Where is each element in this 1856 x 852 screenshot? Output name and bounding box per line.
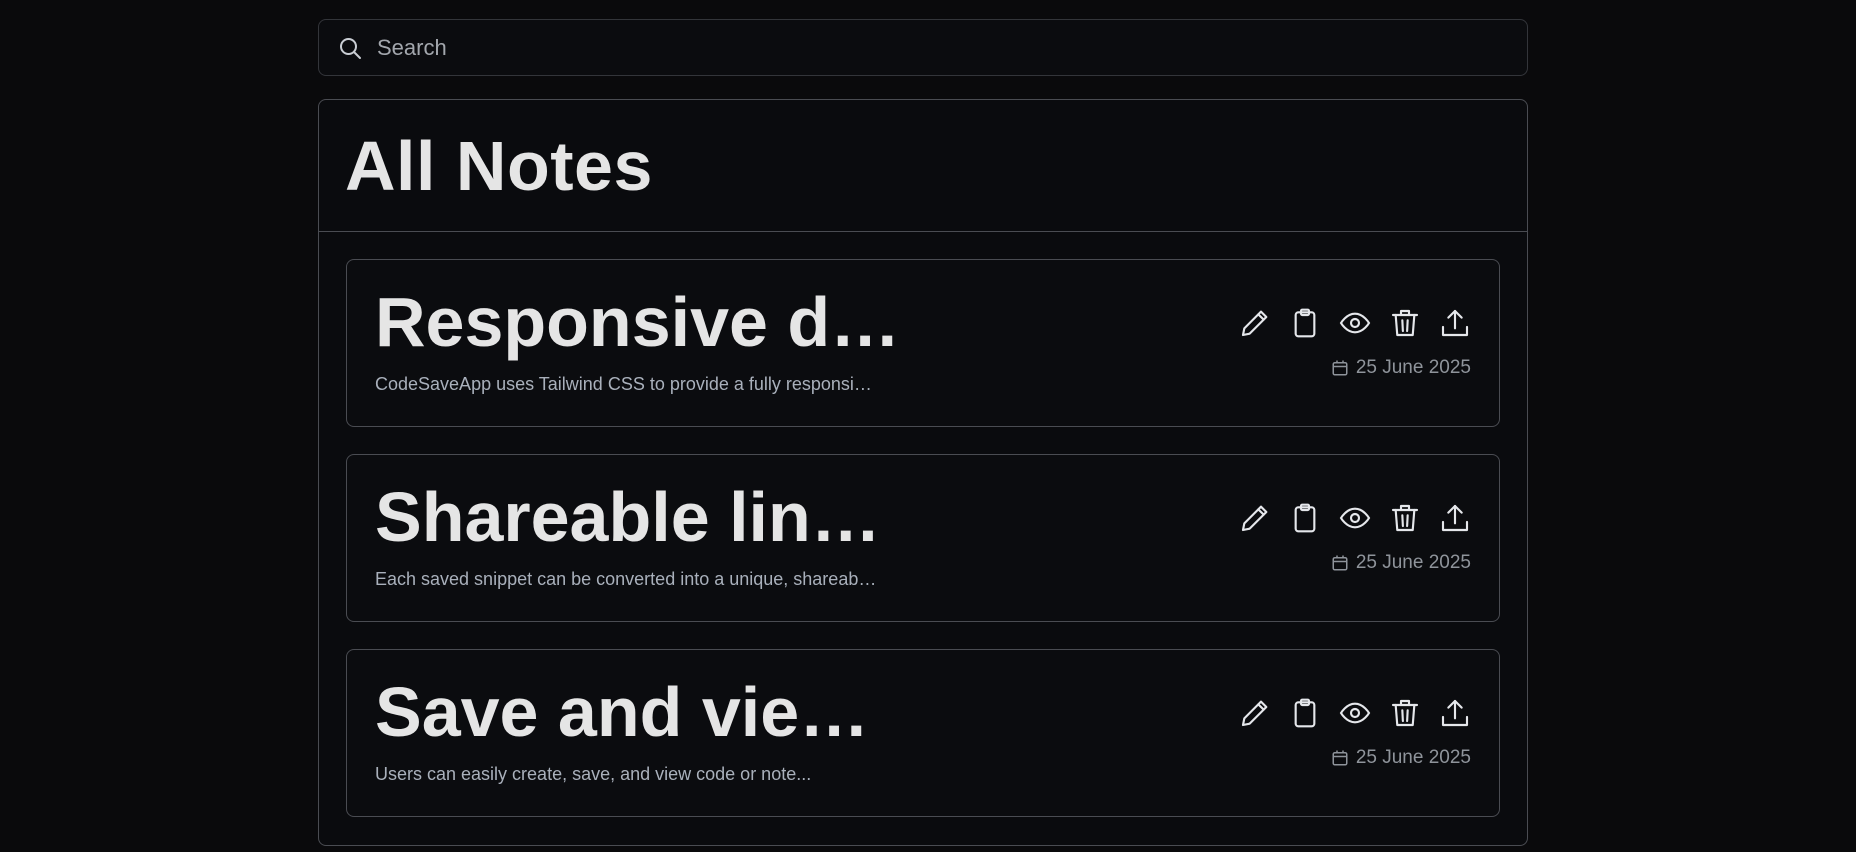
note-actions (1238, 501, 1471, 534)
app-container: All Notes Responsive d… CodeSaveApp uses… (318, 19, 1528, 846)
note-title[interactable]: Shareable lin… (375, 477, 881, 557)
trash-icon[interactable] (1388, 306, 1421, 339)
trash-icon[interactable] (1388, 696, 1421, 729)
note-actions (1238, 306, 1471, 339)
calendar-icon (1330, 358, 1350, 378)
search-bar[interactable] (318, 19, 1528, 76)
share-icon[interactable] (1438, 696, 1471, 729)
note-date-text: 25 June 2025 (1355, 552, 1471, 573)
note-description: Each saved snippet can be converted into… (375, 569, 877, 589)
note-card[interactable]: Responsive d… CodeSaveApp uses Tailwind … (346, 259, 1500, 427)
clipboard-icon[interactable] (1288, 696, 1321, 729)
pencil-icon[interactable] (1238, 696, 1271, 729)
share-icon[interactable] (1438, 501, 1471, 534)
pencil-icon[interactable] (1238, 306, 1271, 339)
note-date-text: 25 June 2025 (1355, 357, 1471, 378)
note-title[interactable]: Save and vie… (375, 672, 869, 752)
eye-icon[interactable] (1338, 696, 1371, 729)
calendar-icon (1330, 553, 1350, 573)
share-icon[interactable] (1438, 306, 1471, 339)
eye-icon[interactable] (1338, 306, 1371, 339)
calendar-icon (1330, 748, 1350, 768)
search-input[interactable] (375, 33, 1509, 62)
panel-header: All Notes (319, 100, 1527, 232)
note-date: 25 June 2025 (1330, 357, 1471, 379)
clipboard-icon[interactable] (1288, 306, 1321, 339)
note-description: CodeSaveApp uses Tailwind CSS to provide… (375, 374, 872, 394)
note-card[interactable]: Shareable lin… Each saved snippet can be… (346, 454, 1500, 622)
note-card[interactable]: Save and vie… Users can easily create, s… (346, 649, 1500, 817)
page-title: All Notes (345, 126, 653, 205)
note-title[interactable]: Responsive d… (375, 282, 900, 362)
note-description: Users can easily create, save, and view … (375, 764, 812, 784)
notes-list: Responsive d… CodeSaveApp uses Tailwind … (319, 232, 1527, 817)
note-date: 25 June 2025 (1330, 747, 1471, 769)
clipboard-icon[interactable] (1288, 501, 1321, 534)
pencil-icon[interactable] (1238, 501, 1271, 534)
search-icon (337, 35, 363, 61)
note-actions (1238, 696, 1471, 729)
trash-icon[interactable] (1388, 501, 1421, 534)
notes-panel: All Notes Responsive d… CodeSaveApp uses… (318, 99, 1528, 846)
note-date-text: 25 June 2025 (1355, 747, 1471, 768)
note-date: 25 June 2025 (1330, 552, 1471, 574)
eye-icon[interactable] (1338, 501, 1371, 534)
